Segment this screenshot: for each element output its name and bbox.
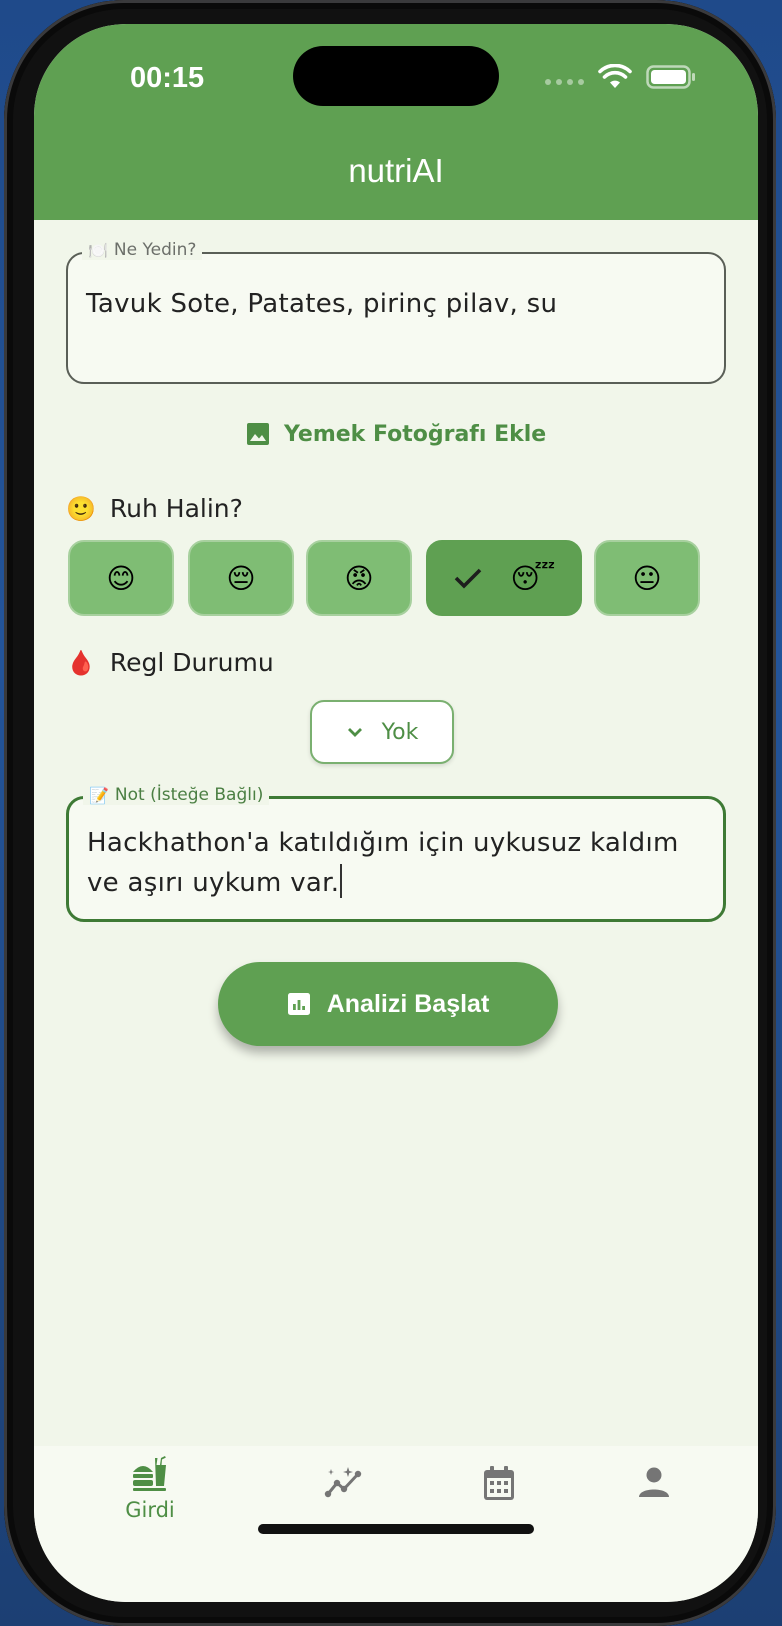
fork-knife-plate-icon: 🍽️ [88, 240, 108, 260]
nav-item-girdi[interactable]: Girdi [90, 1456, 210, 1522]
fastfood-icon [133, 1456, 166, 1491]
home-indicator [258, 1524, 534, 1534]
memo-icon: 📝 [89, 785, 109, 805]
bar-chart-icon [287, 993, 310, 1015]
note-input-label-text: Not (İsteğe Bağlı) [114, 785, 264, 805]
mood-chip-sad[interactable]: 😔 [188, 540, 294, 616]
food-input-value[interactable]: Tavuk Sote, Patates, pirinç pilav, su [86, 284, 706, 324]
status-icons [545, 64, 696, 90]
nav-item-calendar[interactable] [439, 1466, 559, 1502]
slightly-smiling-face-icon: 🙂 [66, 494, 96, 523]
app-title: nutriAI [348, 152, 444, 189]
mood-section-title: 🙂 Ruh Halin? [66, 494, 243, 523]
text-caret [340, 864, 343, 898]
add-photo-label: Yemek Fotoğrafı Ekle [284, 421, 547, 447]
nav-item-insights[interactable] [284, 1466, 404, 1500]
happy-face-icon: 😊 [106, 561, 136, 595]
calendar-icon [484, 1466, 514, 1500]
angry-face-icon: 😡 [344, 561, 374, 595]
food-input-label: 🍽️ Ne Yedin? [82, 240, 203, 260]
period-section-title: 🩸 Regl Durumu [66, 648, 274, 677]
check-icon [454, 568, 481, 589]
person-icon [639, 1467, 669, 1497]
period-dropdown[interactable]: Yok [310, 700, 454, 764]
battery-icon [646, 65, 695, 89]
phone-frame: 00:15 nutriAI 🍽️ Ne Yedin? Tavuk Sote, P… [4, 0, 776, 1626]
signal-icon [545, 79, 584, 85]
status-time: 00:15 [130, 62, 205, 94]
drop-of-blood-icon: 🩸 [66, 648, 96, 677]
add-photo-button[interactable]: Yemek Fotoğrafı Ekle [246, 409, 546, 459]
chevron-down-icon [347, 728, 362, 737]
app-screen: 00:15 nutriAI 🍽️ Ne Yedin? Tavuk Sote, P… [34, 24, 758, 1602]
nav-label-girdi: Girdi [125, 1498, 175, 1522]
mood-chip-sleepy[interactable]: 😴 [426, 540, 582, 616]
mood-title-text: Ruh Halin? [109, 494, 243, 523]
note-input[interactable]: 📝 Not (İsteğe Bağlı) Hackhathon'a katıld… [66, 785, 726, 922]
neutral-face-icon: 😐 [632, 561, 662, 595]
period-title-text: Regl Durumu [109, 648, 274, 677]
wifi-icon [598, 64, 632, 88]
pensive-face-icon: 😔 [226, 561, 256, 595]
sleeping-face-icon: 😴 [510, 561, 556, 595]
start-analysis-button[interactable]: Analizi Başlat [218, 962, 558, 1046]
nav-item-profile[interactable] [594, 1466, 714, 1498]
food-input-label-text: Ne Yedin? [113, 240, 197, 260]
insights-icon [324, 1467, 362, 1498]
start-analysis-label: Analizi Başlat [326, 989, 490, 1018]
dynamic-island [293, 46, 499, 106]
note-input-label: 📝 Not (İsteğe Bağlı) [83, 785, 270, 805]
mood-chip-happy[interactable]: 😊 [68, 540, 174, 616]
mood-chip-neutral[interactable]: 😐 [594, 540, 700, 616]
note-input-value: Hackhathon'a katıldığım için uykusuz kal… [87, 828, 679, 898]
image-icon [247, 423, 269, 445]
note-input-value-wrapper[interactable]: Hackhathon'a katıldığım için uykusuz kal… [87, 823, 705, 903]
app-header: 00:15 nutriAI [34, 24, 758, 220]
food-input[interactable]: 🍽️ Ne Yedin? Tavuk Sote, Patates, pirinç… [66, 240, 726, 384]
mood-chip-angry[interactable]: 😡 [306, 540, 412, 616]
period-dropdown-value: Yok [381, 719, 419, 745]
